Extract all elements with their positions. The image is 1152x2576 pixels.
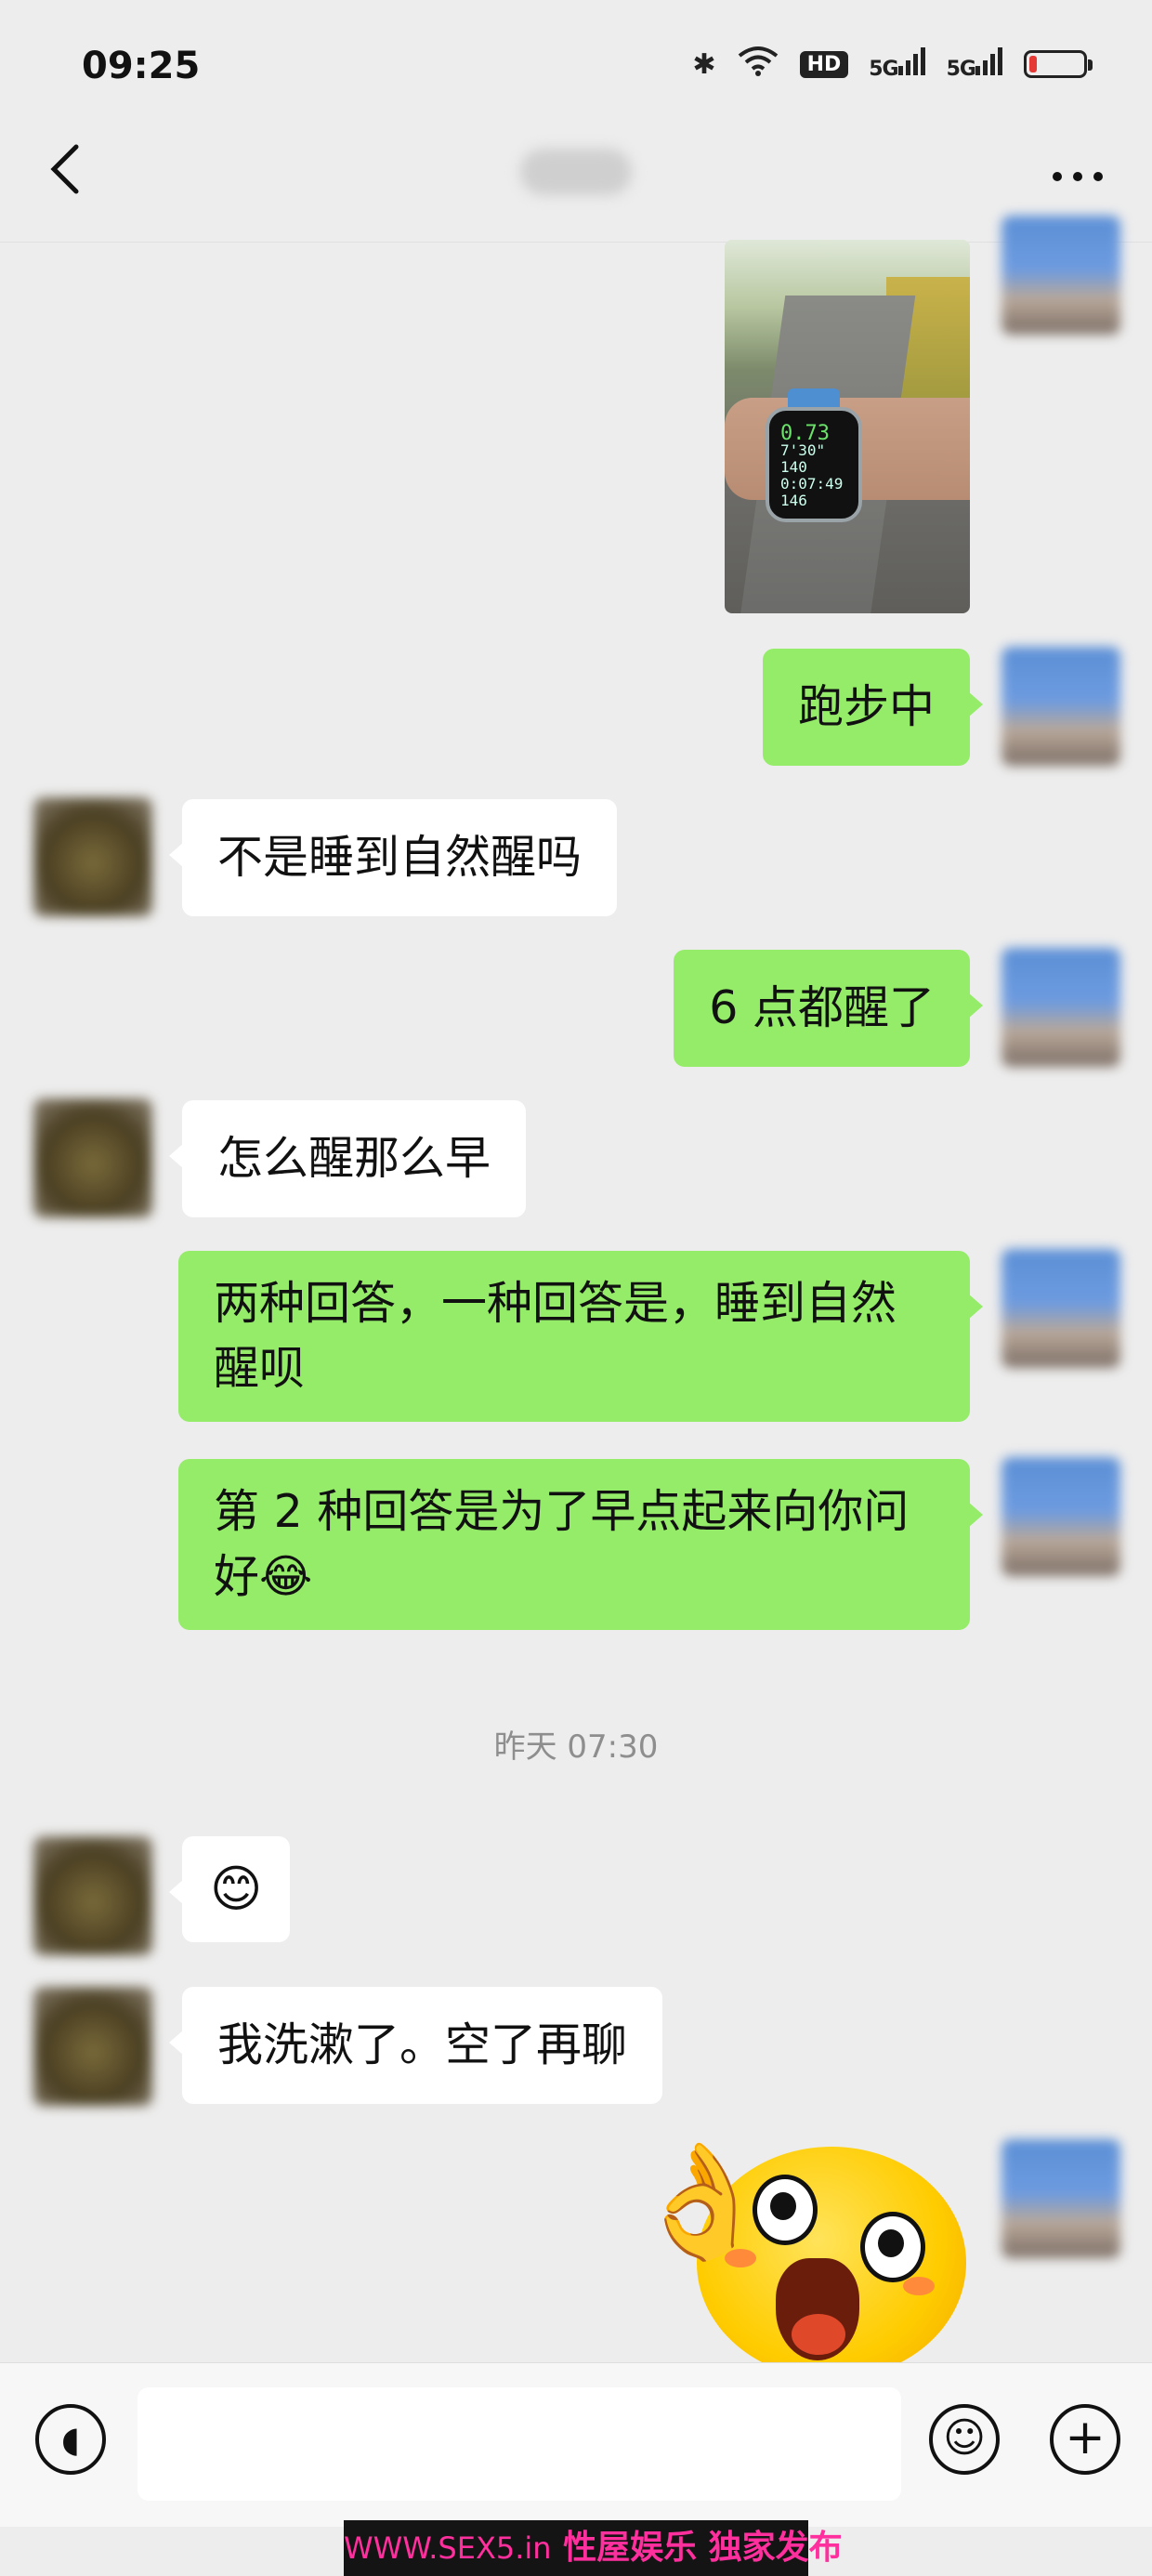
sticker-cheek-right — [903, 2277, 935, 2295]
ok-hand-icon: 👌 — [632, 2137, 771, 2267]
plus-icon: + — [1065, 2410, 1106, 2465]
chevron-left-icon — [50, 144, 79, 194]
message-bubble-other[interactable]: 😊 — [168, 1836, 291, 1942]
message-bubble-other[interactable]: 我洗漱了。空了再聊 — [168, 1987, 663, 2104]
back-button[interactable] — [46, 141, 84, 207]
message-bubble-me[interactable]: 跑步中 — [762, 649, 984, 766]
ok-emoji-sticker[interactable]: 👌 — [632, 2137, 966, 2379]
avatar-other[interactable] — [33, 1987, 152, 2106]
avatar-other[interactable] — [33, 1836, 152, 1955]
emoji-icon: ☺ — [943, 2414, 986, 2462]
voice-button[interactable]: ◖ — [35, 2404, 106, 2475]
avatar-me[interactable] — [1001, 2139, 1120, 2258]
contact-name-blurred — [520, 149, 632, 195]
message-bubble-other[interactable]: 不是睡到自然醒吗 — [168, 799, 618, 916]
input-bar: ◖ ☺ + — [0, 2362, 1152, 2527]
watermark-url: WWW.SEX5.in — [344, 2530, 552, 2566]
watermark-banner: WWW.SEX5.in 性屋娱乐 独家发布 — [344, 2520, 843, 2576]
watch-distance: 0.73 — [780, 422, 830, 445]
sticker-tongue — [792, 2314, 845, 2355]
avatar-me[interactable] — [1001, 1249, 1120, 1368]
message-bubble-me[interactable]: 6 点都醒了 — [674, 950, 983, 1067]
watch-cadence: 146 — [780, 492, 807, 509]
wifi-icon — [737, 45, 779, 84]
more-horizontal-icon — [1053, 172, 1103, 181]
status-bar: 09:25 ✱ HD 5G 5G — [0, 0, 1152, 139]
signal-label-2: 5G — [946, 58, 976, 81]
bluetooth-icon: ✱ — [692, 47, 716, 81]
hd-icon: HD — [799, 50, 849, 78]
watch-duration: 0:07:49 — [780, 475, 844, 493]
message-bubble-me[interactable]: 第 2 种回答是为了早点起来向你问好😂 — [178, 1459, 983, 1630]
watermark-text: 性屋娱乐 独家发布 — [563, 2529, 843, 2567]
image-message[interactable]: 0.73 7'30" 140 0:07:49 146 — [725, 240, 970, 613]
watch-hr: 140 — [780, 458, 807, 476]
avatar-other[interactable] — [33, 1098, 152, 1217]
avatar-other[interactable] — [33, 797, 152, 916]
avatar-me[interactable] — [1001, 216, 1120, 335]
photo-watch-readout: 0.73 7'30" 140 0:07:49 146 — [780, 422, 844, 509]
signal-5g-icon: 5G — [869, 47, 925, 81]
message-bubble-other[interactable]: 怎么醒那么早 — [168, 1100, 527, 1217]
chat-header — [0, 121, 1152, 243]
status-icons: ✱ HD 5G 5G — [692, 45, 1093, 84]
watch-pace: 7'30" — [780, 441, 826, 459]
avatar-me[interactable] — [1001, 647, 1120, 766]
message-bubble-me[interactable]: 两种回答，一种回答是，睡到自然醒呗 — [178, 1251, 983, 1422]
voice-icon: ◖ — [60, 2419, 81, 2460]
emoji-button[interactable]: ☺ — [929, 2404, 1000, 2475]
avatar-me[interactable] — [1001, 1457, 1120, 1576]
battery-icon — [1024, 50, 1093, 78]
plus-button[interactable]: + — [1050, 2404, 1120, 2475]
more-button[interactable] — [1050, 130, 1106, 200]
status-time: 09:25 — [82, 45, 201, 87]
message-input[interactable] — [137, 2387, 901, 2501]
battery-fill — [1029, 56, 1037, 72]
signal-label: 5G — [869, 58, 898, 81]
signal-5g-icon-2: 5G — [947, 47, 1003, 81]
sticker-eye-right — [860, 2212, 925, 2282]
avatar-me[interactable] — [1001, 948, 1120, 1067]
chat-timestamp: 昨天 07:30 — [493, 1728, 659, 1766]
